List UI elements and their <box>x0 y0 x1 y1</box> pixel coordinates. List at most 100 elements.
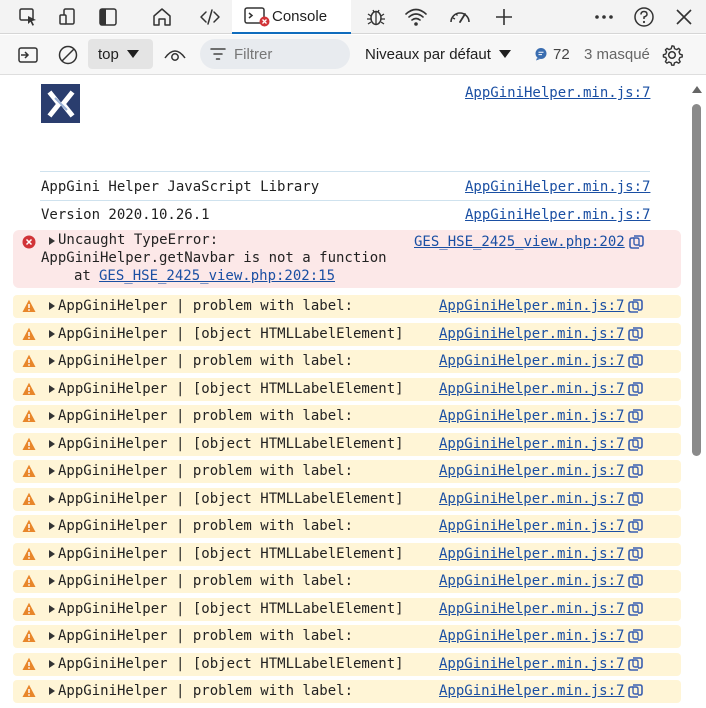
close-icon[interactable] <box>670 3 698 31</box>
warning-message-row[interactable]: AppGiniHelper | [object HTMLLabelElement… <box>13 322 681 346</box>
error-source-link[interactable]: GES_HSE_2425_view.php:202 <box>414 234 625 250</box>
library-source-link[interactable]: AppGiniHelper.min.js:7 <box>465 179 650 195</box>
warning-source-link[interactable]: AppGiniHelper.min.js:7 <box>439 353 624 369</box>
add-tool-icon[interactable] <box>490 3 518 31</box>
error-message: AppGiniHelper.getNavbar is not a functio… <box>41 250 387 266</box>
clear-console-icon[interactable] <box>54 41 82 69</box>
warning-source-link[interactable]: AppGiniHelper.min.js:7 <box>439 463 624 479</box>
warning-message-row[interactable]: AppGiniHelper | [object HTMLLabelElement… <box>13 597 681 621</box>
expand-triangle-icon[interactable] <box>49 467 55 475</box>
expand-triangle-icon[interactable] <box>49 659 55 668</box>
copilot-explain-icon[interactable] <box>628 234 645 250</box>
context-selector[interactable]: top <box>88 39 153 69</box>
warning-message-row[interactable]: AppGiniHelper | [object HTMLLabelElement… <box>13 542 681 566</box>
error-message-row[interactable]: Uncaught TypeError: AppGiniHelper.getNav… <box>13 230 681 288</box>
live-expression-eye-icon[interactable] <box>161 41 189 69</box>
message-count-badge[interactable]: 72 <box>534 39 570 69</box>
copilot-explain-icon[interactable] <box>627 298 644 314</box>
devtools-tab-bar: Console <box>0 0 706 34</box>
expand-triangle-icon[interactable] <box>49 604 55 613</box>
help-icon[interactable] <box>630 3 658 31</box>
warning-message-row[interactable]: AppGiniHelper | [object HTMLLabelElement… <box>13 377 681 401</box>
warning-source-link[interactable]: AppGiniHelper.min.js:7 <box>439 546 624 562</box>
filter-field[interactable] <box>200 39 350 69</box>
copilot-explain-icon[interactable] <box>627 408 644 424</box>
warning-source-link[interactable]: AppGiniHelper.min.js:7 <box>439 436 624 452</box>
warning-source-link[interactable]: AppGiniHelper.min.js:7 <box>439 601 624 617</box>
warning-source-link[interactable]: AppGiniHelper.min.js:7 <box>439 683 624 699</box>
elements-icon[interactable] <box>196 3 224 31</box>
copilot-explain-icon[interactable] <box>627 436 644 452</box>
expand-triangle-icon[interactable] <box>49 329 55 338</box>
warning-source-link[interactable]: AppGiniHelper.min.js:7 <box>439 656 624 672</box>
copilot-explain-icon[interactable] <box>627 326 644 342</box>
warning-source-link[interactable]: AppGiniHelper.min.js:7 <box>439 573 624 589</box>
network-wifi-icon[interactable] <box>402 3 430 31</box>
expand-triangle-icon[interactable] <box>49 237 55 245</box>
warning-text: AppGiniHelper | problem with label: <box>58 518 354 534</box>
issues-bug-icon[interactable] <box>362 3 390 31</box>
dock-icon[interactable] <box>94 3 122 31</box>
expand-triangle-icon[interactable] <box>49 632 55 640</box>
warning-source-link[interactable]: AppGiniHelper.min.js:7 <box>439 326 624 342</box>
copilot-explain-icon[interactable] <box>627 656 644 672</box>
warning-message-row[interactable]: AppGiniHelper | problem with label: AppGi… <box>13 460 681 483</box>
warning-message-row[interactable]: AppGiniHelper | [object HTMLLabelElement… <box>13 652 681 676</box>
expand-triangle-icon[interactable] <box>49 577 55 585</box>
expand-triangle-icon[interactable] <box>49 549 55 558</box>
settings-gear-icon[interactable] <box>658 41 686 69</box>
expand-triangle-icon[interactable] <box>49 357 55 365</box>
welcome-home-icon[interactable] <box>148 3 176 31</box>
warning-text: AppGiniHelper | problem with label: <box>58 408 354 424</box>
expand-triangle-icon[interactable] <box>49 687 55 695</box>
logo-source-link[interactable]: AppGiniHelper.min.js:7 <box>465 85 650 101</box>
warning-message-row[interactable]: AppGiniHelper | problem with label: AppGi… <box>13 570 681 593</box>
expand-triangle-icon[interactable] <box>49 494 55 503</box>
copilot-explain-icon[interactable] <box>627 573 644 589</box>
filter-input[interactable] <box>232 44 332 64</box>
copilot-explain-icon[interactable] <box>627 546 644 562</box>
warning-message-row[interactable]: AppGiniHelper | problem with label: AppGi… <box>13 625 681 648</box>
error-stack-link[interactable]: GES_HSE_2425_view.php:202:15 <box>99 268 335 284</box>
copilot-explain-icon[interactable] <box>627 381 644 397</box>
expand-triangle-icon[interactable] <box>49 302 55 310</box>
copilot-explain-icon[interactable] <box>627 353 644 369</box>
warning-icon <box>22 574 36 587</box>
copilot-explain-icon[interactable] <box>627 463 644 479</box>
device-emulation-icon[interactable] <box>54 3 82 31</box>
scroll-up-arrow-icon[interactable] <box>692 86 702 93</box>
copilot-explain-icon[interactable] <box>627 518 644 534</box>
warning-source-link[interactable]: AppGiniHelper.min.js:7 <box>439 491 624 507</box>
warning-source-link[interactable]: AppGiniHelper.min.js:7 <box>439 381 624 397</box>
warning-icon <box>22 657 36 670</box>
library-log-text: AppGini Helper JavaScript Library <box>41 179 320 195</box>
copilot-explain-icon[interactable] <box>627 491 644 507</box>
performance-gauge-icon[interactable] <box>446 3 474 31</box>
warning-message-row[interactable]: AppGiniHelper | problem with label: AppGi… <box>13 680 681 703</box>
expand-triangle-icon[interactable] <box>49 412 55 420</box>
appgini-helper-logo <box>41 84 80 123</box>
warning-message-row[interactable]: AppGiniHelper | [object HTMLLabelElement… <box>13 432 681 456</box>
tab-console[interactable]: Console <box>232 0 351 34</box>
warning-source-link[interactable]: AppGiniHelper.min.js:7 <box>439 408 624 424</box>
expand-triangle-icon[interactable] <box>49 384 55 393</box>
warning-message-row[interactable]: AppGiniHelper | problem with label: AppGi… <box>13 515 681 538</box>
version-source-link[interactable]: AppGiniHelper.min.js:7 <box>465 207 650 223</box>
scrollbar-thumb[interactable] <box>692 104 701 456</box>
copilot-explain-icon[interactable] <box>627 628 644 644</box>
warning-message-row[interactable]: AppGiniHelper | problem with label: AppGi… <box>13 405 681 428</box>
expand-triangle-icon[interactable] <box>49 522 55 530</box>
warning-message-row[interactable]: AppGiniHelper | problem with label: AppGi… <box>13 295 681 318</box>
sidebar-toggle-icon[interactable] <box>14 41 42 69</box>
expand-triangle-icon[interactable] <box>49 439 55 448</box>
warning-message-row[interactable]: AppGiniHelper | problem with label: AppGi… <box>13 350 681 373</box>
warning-source-link[interactable]: AppGiniHelper.min.js:7 <box>439 628 624 644</box>
warning-source-link[interactable]: AppGiniHelper.min.js:7 <box>439 518 624 534</box>
more-icon[interactable] <box>590 3 618 31</box>
warning-source-link[interactable]: AppGiniHelper.min.js:7 <box>439 298 624 314</box>
copilot-explain-icon[interactable] <box>627 601 644 617</box>
inspect-icon[interactable] <box>14 3 42 31</box>
log-levels-dropdown[interactable]: Niveaux par défaut <box>365 39 511 69</box>
copilot-explain-icon[interactable] <box>627 683 644 699</box>
warning-message-row[interactable]: AppGiniHelper | [object HTMLLabelElement… <box>13 487 681 511</box>
